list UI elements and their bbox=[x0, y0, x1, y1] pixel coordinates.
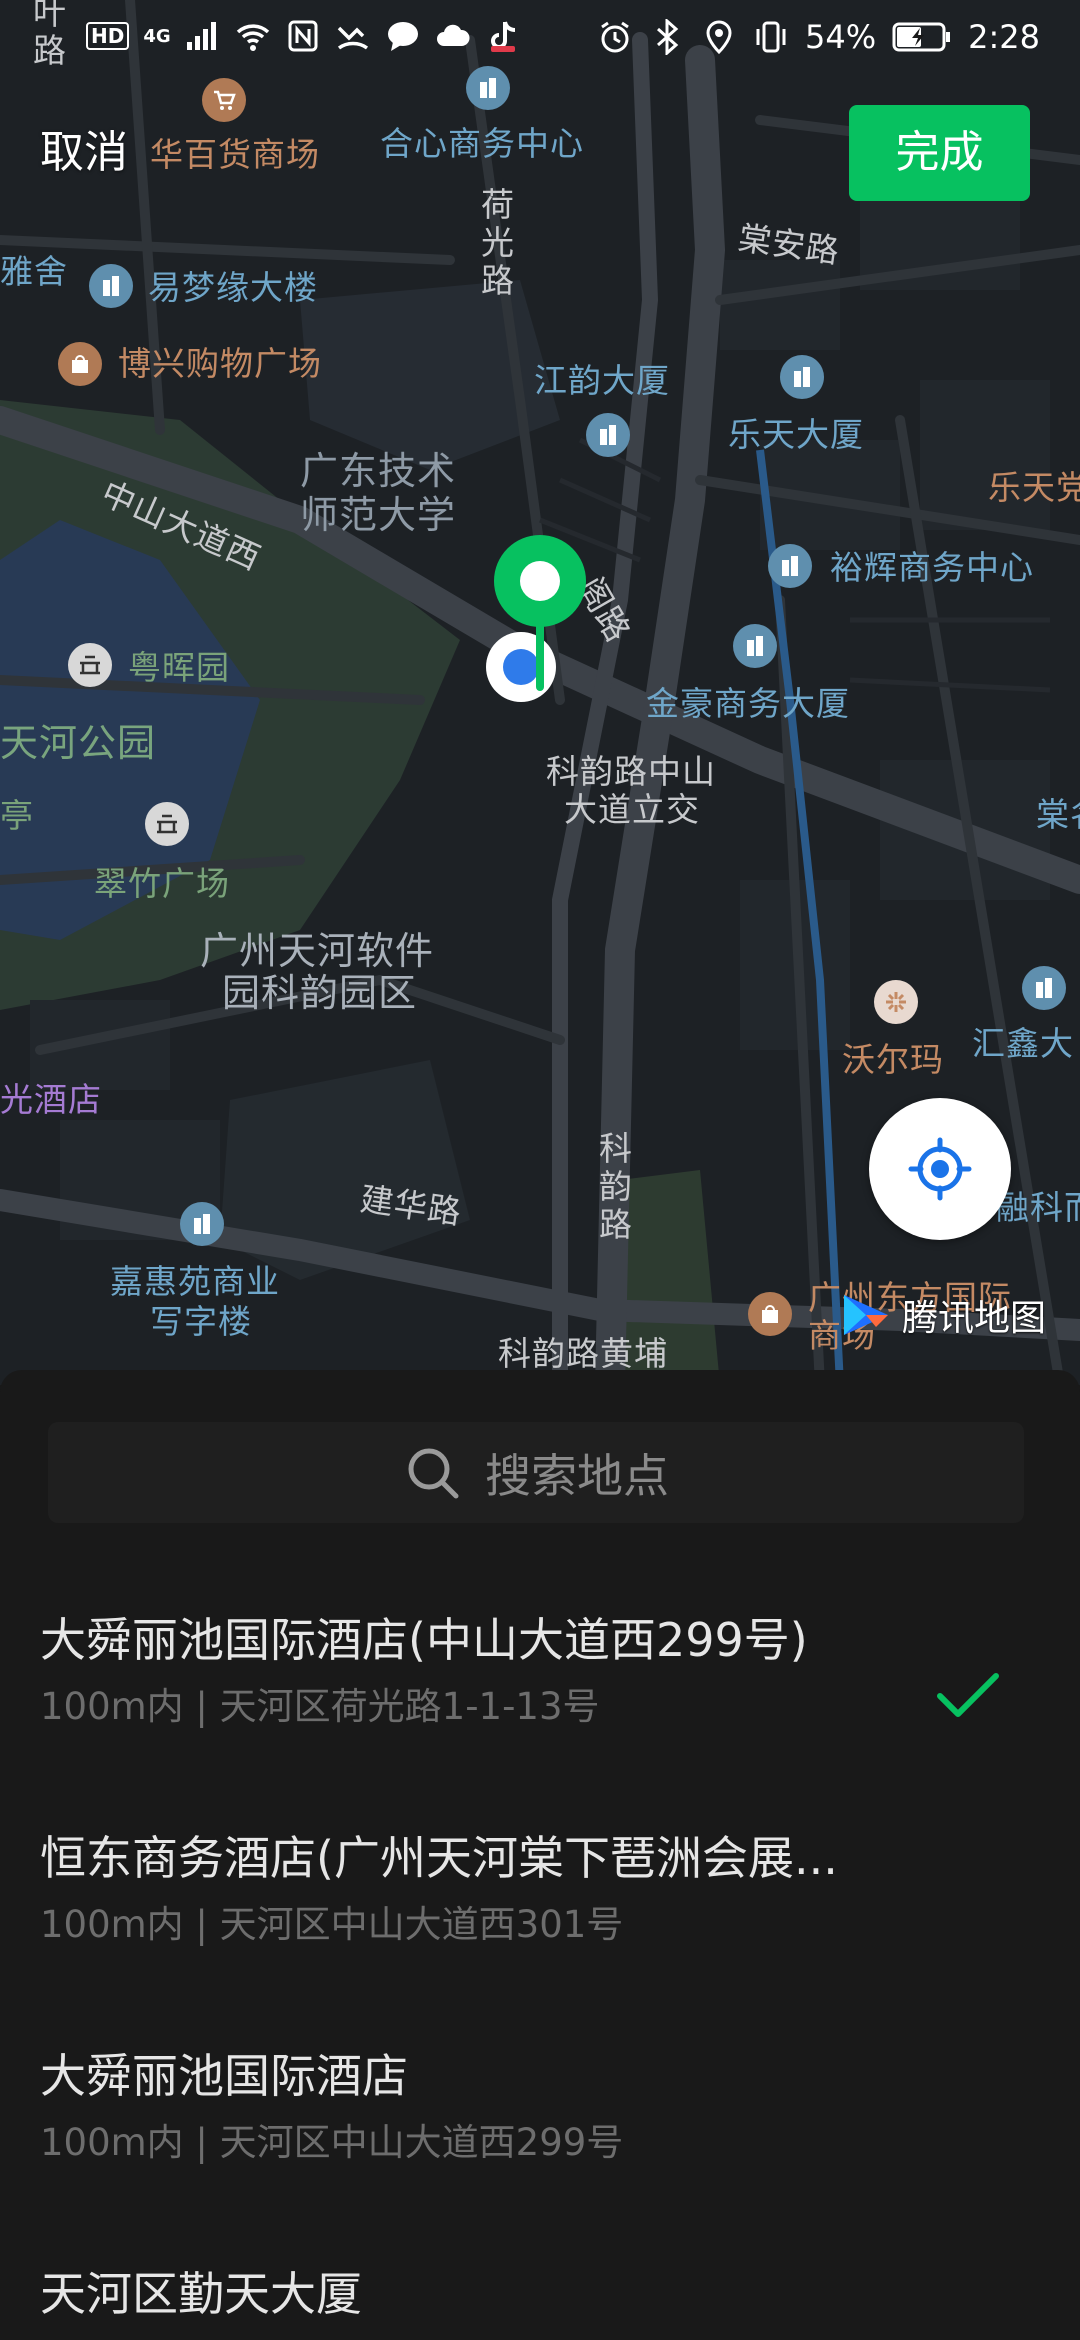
battery-charging-icon bbox=[892, 22, 951, 52]
map-label: 融科而 bbox=[996, 1188, 1080, 1227]
location-icon bbox=[706, 20, 732, 55]
search-icon bbox=[408, 1448, 459, 1498]
signal-icon bbox=[186, 22, 216, 50]
nfc-icon bbox=[288, 20, 318, 52]
list-item[interactable]: 恒东商务酒店(广州天河棠下琶洲会展... 100m内 | 天河区中山大道西301… bbox=[40, 1828, 1040, 1950]
map-label: 科韵路 bbox=[599, 1129, 633, 1244]
shop-icon bbox=[748, 1292, 792, 1336]
alarm-icon bbox=[601, 21, 629, 53]
locate-button[interactable] bbox=[869, 1098, 1011, 1240]
list-item[interactable]: 天河区勤天大厦 bbox=[40, 2264, 1040, 2324]
map-label: 科韵路中山 bbox=[546, 752, 716, 791]
cloud-icon bbox=[436, 24, 470, 46]
result-subtitle: 100m内 | 天河区中山大道西299号 bbox=[40, 2121, 624, 2164]
result-title: 天河区勤天大厦 bbox=[40, 2267, 362, 2321]
park-icon bbox=[68, 643, 112, 687]
map-label: 易梦缘大楼 bbox=[148, 268, 318, 307]
battery-percent: 54% bbox=[805, 18, 877, 56]
building-icon bbox=[180, 1202, 224, 1246]
result-title: 恒东商务酒店(广州天河棠下琶洲会展... bbox=[40, 1831, 838, 1885]
cancel-button[interactable]: 取消 bbox=[40, 125, 128, 181]
park-icon bbox=[145, 802, 189, 846]
network-type: 4G bbox=[143, 25, 171, 47]
map-label: 嘉惠苑商业 bbox=[110, 1262, 280, 1301]
map-label: 汇鑫大 bbox=[972, 1024, 1074, 1063]
missed-call-icon bbox=[337, 26, 368, 50]
search-placeholder: 搜索地点 bbox=[485, 1448, 669, 1503]
walmart-icon bbox=[874, 980, 918, 1024]
map-label: 写字楼 bbox=[150, 1302, 252, 1341]
building-icon bbox=[1022, 966, 1066, 1010]
tiktok-icon bbox=[490, 21, 515, 52]
tencent-map-logo-icon bbox=[844, 1295, 888, 1335]
map-label: 广州天河软件 bbox=[200, 929, 435, 973]
check-icon bbox=[937, 1673, 999, 1717]
result-subtitle: 100m内 | 天河区荷光路1-1-13号 bbox=[40, 1685, 600, 1728]
map-label: 沃尔玛 bbox=[842, 1040, 944, 1079]
map-label: 广东技术 bbox=[300, 449, 457, 493]
clock: 2:28 bbox=[968, 18, 1040, 56]
building-icon bbox=[780, 355, 824, 399]
pin-icon bbox=[494, 535, 586, 691]
vibrate-icon bbox=[756, 21, 786, 53]
map-label: 合心商务中心 bbox=[380, 124, 584, 163]
map-logo: 腾讯地图 bbox=[836, 1285, 1046, 1345]
map-label: 乐天党 bbox=[988, 468, 1080, 507]
bluetooth-icon bbox=[657, 19, 679, 55]
map-label: 博兴购物广场 bbox=[118, 344, 322, 383]
wifi-icon bbox=[236, 24, 269, 51]
map-label: 园科韵园区 bbox=[222, 971, 418, 1015]
map-label: 雅舍 bbox=[0, 252, 68, 291]
map-label: 华百货商场 bbox=[150, 135, 320, 174]
list-item[interactable]: 大舜丽池国际酒店 100m内 | 天河区中山大道西299号 bbox=[40, 2046, 1040, 2168]
map-logo-text: 腾讯地图 bbox=[902, 1298, 1047, 1339]
map-label: 翠竹广场 bbox=[94, 864, 230, 903]
location-sheet: 搜索地点 大舜丽池国际酒店(中山大道西299号) 100m内 | 天河区荷光路1… bbox=[0, 1370, 1080, 2340]
result-title: 大舜丽池国际酒店(中山大道西299号) bbox=[40, 1613, 808, 1667]
map-label: 荷光路 bbox=[481, 185, 515, 300]
result-title: 大舜丽池国际酒店 bbox=[40, 2049, 408, 2103]
map-label: 大道立交 bbox=[564, 790, 700, 829]
locate-icon bbox=[908, 1137, 972, 1201]
shop-icon bbox=[58, 342, 102, 386]
building-icon bbox=[768, 544, 812, 588]
map-label: 裕辉商务中心 bbox=[830, 548, 1034, 587]
building-icon bbox=[733, 624, 777, 668]
cart-icon bbox=[202, 78, 246, 122]
done-button[interactable]: 完成 bbox=[849, 105, 1030, 201]
map-label: 师范大学 bbox=[300, 493, 457, 537]
map-label: 乐天大厦 bbox=[728, 415, 864, 454]
building-icon bbox=[89, 264, 133, 308]
list-item[interactable]: 大舜丽池国际酒店(中山大道西299号) 100m内 | 天河区荷光路1-1-13… bbox=[40, 1610, 1040, 1732]
status-bar: HD 4G 54% 2:28 bbox=[0, 0, 1080, 80]
map-label: 亭 bbox=[0, 796, 34, 835]
screen: 叶路 华百货商场 合心商务中心 荷光路 棠安路 雅舍 易梦缘大楼 博兴购物广场 … bbox=[0, 0, 1080, 2340]
map-label: 科韵路黄埔 bbox=[498, 1334, 668, 1373]
map-label: 金豪商务大厦 bbox=[646, 684, 850, 723]
result-subtitle: 100m内 | 天河区中山大道西301号 bbox=[40, 1903, 624, 1946]
hd-badge: HD bbox=[86, 22, 130, 50]
search-input[interactable]: 搜索地点 bbox=[48, 1422, 1024, 1523]
map-label: 棠名 bbox=[1036, 795, 1080, 834]
map-label: 天河公园 bbox=[0, 721, 157, 765]
map-label: 粤晖园 bbox=[128, 648, 230, 687]
map-view[interactable]: 叶路 华百货商场 合心商务中心 荷光路 棠安路 雅舍 易梦缘大楼 博兴购物广场 … bbox=[0, 0, 1080, 1385]
message-icon bbox=[387, 22, 418, 51]
building-icon bbox=[586, 413, 630, 457]
map-label: 光酒店 bbox=[0, 1080, 102, 1119]
map-label: 江韵大厦 bbox=[534, 361, 670, 400]
